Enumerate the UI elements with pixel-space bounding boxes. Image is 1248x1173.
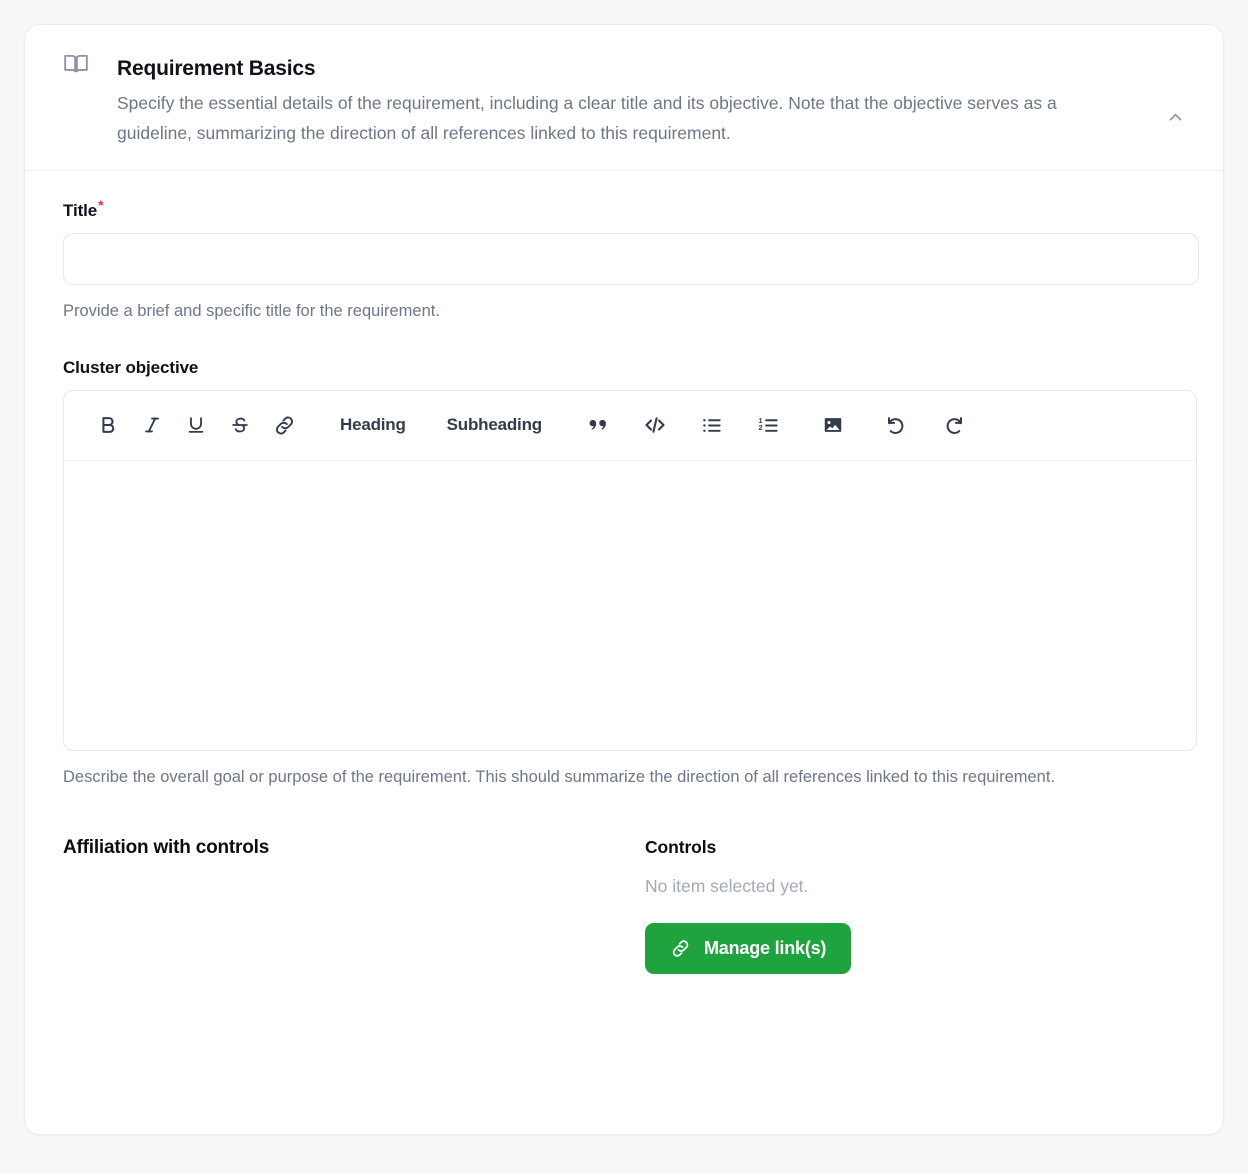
controls-title: Controls [645,837,717,858]
section-header: Requirement Basics Specify the essential… [25,25,1223,172]
cluster-objective-label: Cluster objective [63,357,199,377]
numbered-list-button[interactable]: 1 2 [749,405,789,445]
link-icon [670,938,691,959]
requirement-basics-card: Requirement Basics Specify the essential… [24,24,1224,1135]
controls-empty-text: No item selected yet. [645,876,809,897]
affiliation-left-column: Affiliation with controls [63,837,645,974]
section-title: Requirement Basics [117,57,316,80]
undo-button[interactable] [877,405,917,445]
chevron-up-icon[interactable] [1153,95,1197,139]
title-input[interactable] [63,233,1199,286]
cluster-objective-editor: Heading Subheading 1 2 [63,389,1197,751]
title-field-label: Title* [63,198,1185,221]
manage-links-button[interactable]: Manage link(s) [645,923,852,975]
controls-panel: Controls No item selected yet. Manage li… [645,837,1185,975]
italic-button[interactable] [132,405,172,445]
section-body: Title* Provide a brief and specific titl… [25,171,1223,975]
bullet-list-button[interactable] [692,405,732,445]
svg-text:2: 2 [759,423,763,432]
affiliation-section: Affiliation with controls Controls No it… [63,837,1185,975]
image-button[interactable] [813,405,853,445]
code-block-button[interactable] [635,405,675,445]
editor-toolbar: Heading Subheading 1 2 [64,391,1196,461]
title-help-text: Provide a brief and specific title for t… [63,302,440,321]
open-book-icon [63,51,89,77]
section-description: Specify the essential details of the req… [117,93,1057,144]
section-header-body: Requirement Basics Specify the essential… [117,55,1117,148]
required-marker: * [98,196,104,213]
manage-links-label: Manage link(s) [704,938,827,959]
strikethrough-button[interactable] [220,405,260,445]
cluster-objective-textarea[interactable] [64,461,1196,750]
cluster-objective-help-text: Describe the overall goal or purpose of … [63,767,1056,786]
redo-button[interactable] [934,405,974,445]
underline-button[interactable] [176,405,216,445]
subheading-button[interactable]: Subheading [435,405,554,445]
affiliation-heading: Affiliation with controls [63,837,270,859]
link-button[interactable] [264,405,304,445]
blockquote-button[interactable] [578,405,618,445]
title-label-text: Title [63,201,98,221]
heading-button[interactable]: Heading [328,405,418,445]
bold-button[interactable] [88,405,128,445]
